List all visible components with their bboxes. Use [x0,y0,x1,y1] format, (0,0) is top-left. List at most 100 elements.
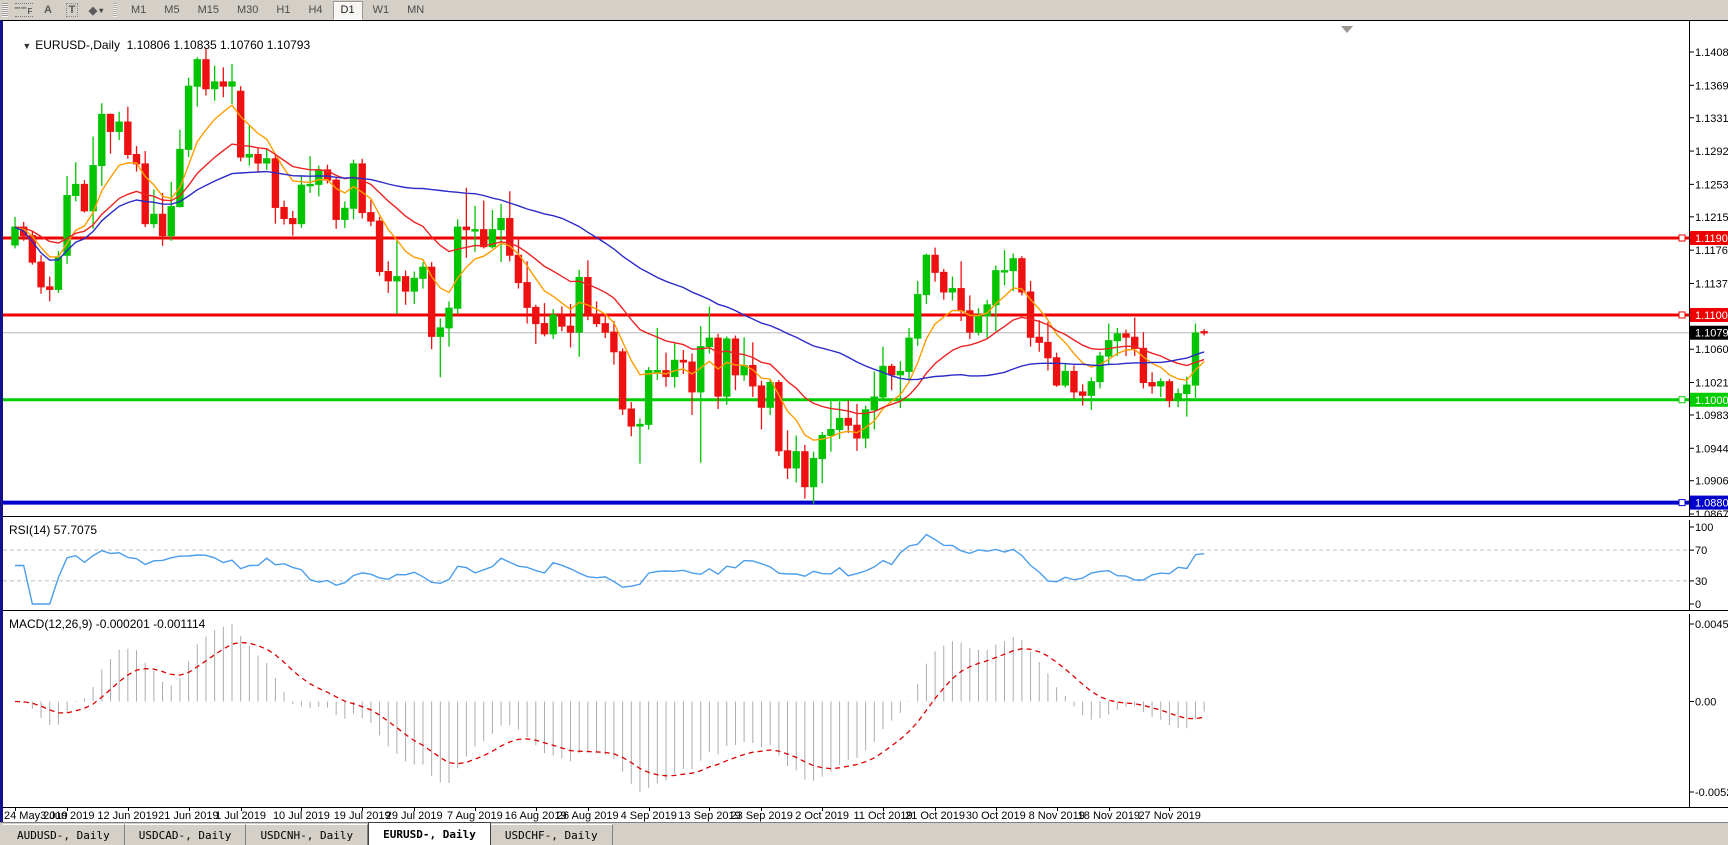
text-label-tool-button[interactable]: A [37,1,59,19]
chart-tab-eurusd[interactable]: EURUSD-, Daily [368,822,491,845]
date-tick [301,808,302,811]
svg-text:1.10600: 1.10600 [1695,344,1728,356]
date-label: 21 Oct 2019 [905,810,965,822]
macd-pane[interactable]: MACD(12,26,9) -0.000201 -0.001114 0.0045… [3,614,1728,807]
date-tick [241,808,242,811]
date-tick [588,808,589,811]
date-tick [761,808,762,811]
svg-text:1.11902: 1.11902 [1695,233,1728,245]
svg-text:1.13690: 1.13690 [1695,80,1728,92]
svg-text:1.11001: 1.11001 [1695,310,1728,322]
svg-text:1.10793: 1.10793 [1695,328,1728,340]
chart-tab-usdcad[interactable]: USDCAD-, Daily [125,824,247,845]
svg-text:1.09060: 1.09060 [1695,476,1728,488]
ma-fast-line [15,105,1204,440]
date-label: 4 Sep 2019 [621,810,677,822]
svg-text:0.004536: 0.004536 [1695,619,1728,631]
date-tick [935,808,936,811]
date-label: 8 Nov 2019 [1029,810,1085,822]
date-tick [996,808,997,811]
svg-text:30: 30 [1695,576,1707,588]
svg-text:1.12530: 1.12530 [1695,179,1728,191]
date-label: 18 Nov 2019 [1078,810,1140,822]
date-label: 11 Oct 2019 [854,810,913,822]
svg-text:0.00: 0.00 [1695,697,1716,709]
date-label: 30 Oct 2019 [966,810,1026,822]
macd-signal-line [15,643,1204,776]
timeframe-button-m15[interactable]: M15 [190,1,227,20]
svg-text:1.12920: 1.12920 [1695,146,1728,158]
timeframe-buttons-group: M1M5M15M30H1H4D1W1MN [122,1,433,20]
svg-text:0: 0 [1695,599,1701,610]
svg-text:-0.005205: -0.005205 [1695,787,1728,799]
svg-text:1.09440: 1.09440 [1695,443,1728,455]
fibonacci-icon: ┄┄F [15,3,34,17]
macd-pane-canvas: 0.004536 0.00 -0.005205 [3,614,1728,807]
candles-layer [12,49,1208,504]
chart-ohlc-values: 1.10806 1.10835 1.10760 1.10793 [127,38,311,52]
ma-slow-line [15,172,1204,380]
timeframe-button-w1[interactable]: W1 [365,1,398,20]
date-tick [1169,808,1170,811]
svg-text:1.14080: 1.14080 [1695,47,1728,59]
timeframe-button-m5[interactable]: M5 [156,1,187,20]
svg-text:1.11760: 1.11760 [1695,245,1728,257]
svg-text:70: 70 [1695,545,1707,557]
text-tool-icon: T [66,3,79,17]
date-label: 26 Aug 2019 [557,810,619,822]
arrows-tool-button[interactable]: ◆▾ [85,1,107,19]
toolbar-separator [113,3,117,17]
date-tick [362,808,363,811]
timeframe-button-m1[interactable]: M1 [123,1,154,20]
date-axis: 24 May 20193 Jun 201912 Jun 201921 Jun 2… [3,808,1728,823]
macd-histogram [15,624,1204,792]
date-label: 21 Jun 2019 [158,810,219,822]
date-label: 23 Sep 2019 [730,810,792,822]
timeframe-button-mn[interactable]: MN [399,1,432,20]
fibonacci-tool-button[interactable]: ┄┄F [13,1,35,19]
date-tick [1109,808,1110,811]
chart-tab-audusd[interactable]: AUDUSD-, Daily [3,824,125,845]
date-label: 3 Jun 2019 [40,810,94,822]
chart-tab-usdcnh[interactable]: USDCNH-, Daily [246,824,368,845]
timeframe-button-h1[interactable]: H1 [268,1,298,20]
svg-text:1.08670: 1.08670 [1695,509,1728,516]
svg-text:1.08804: 1.08804 [1695,498,1728,510]
date-label: 27 Nov 2019 [1138,810,1200,822]
drawing-tools-group: ┄┄FAT ◆▾ [12,1,108,19]
autoscroll-marker-icon[interactable] [1341,26,1353,33]
date-label: 7 Aug 2019 [447,810,503,822]
price-pane[interactable]: 1.14080 1.13690 1.13310 1.12920 1.12530 1.121… [3,21,1728,516]
svg-text:1.09830: 1.09830 [1695,410,1728,422]
date-label: 10 Jul 2019 [273,810,330,822]
date-tick [649,808,650,811]
chart-tab-usdchf[interactable]: USDCHF-, Daily [491,824,613,845]
date-label: 12 Jun 2019 [97,810,158,822]
date-tick [475,808,476,811]
top-toolbar: ┄┄FAT ◆▾ M1M5M15M30H1H4D1W1MN [0,0,1728,21]
price-pane-canvas: 1.14080 1.13690 1.13310 1.12920 1.12530 1.121… [3,21,1728,516]
date-tick [67,808,68,811]
rsi-header: RSI(14) 57.7075 [9,523,97,537]
timeframe-button-d1[interactable]: D1 [333,1,363,20]
rsi-pane[interactable]: RSI(14) 57.7075 100 70 30 0 [3,520,1728,610]
svg-text:100: 100 [1695,522,1713,534]
timeframe-button-m30[interactable]: M30 [229,1,266,20]
date-tick [128,808,129,811]
chevron-down-icon: ▾ [99,6,103,15]
chart-tab-bar: AUDUSD-, DailyUSDCAD-, DailyUSDCNH-, Dai… [0,822,1728,845]
date-tick [883,808,884,811]
timeframe-button-h4[interactable]: H4 [300,1,330,20]
date-tick [709,808,710,811]
chart-window[interactable]: ▼ EURUSD-,Daily 1.10806 1.10835 1.10760 1… [0,20,1728,823]
horizontal-line-annotations[interactable] [3,235,1689,506]
svg-text:1.13310: 1.13310 [1695,113,1728,125]
rsi-pane-canvas: 100 70 30 0 [3,520,1728,610]
chart-menu-icon[interactable]: ▼ [22,41,31,51]
text-tool-button[interactable]: T [61,1,83,19]
toolbar-grip[interactable] [2,3,8,17]
date-tick [414,808,415,811]
svg-text:1.10210: 1.10210 [1695,378,1728,390]
svg-text:1.12150: 1.12150 [1695,212,1728,224]
chart-symbol-period: EURUSD-,Daily [35,38,120,52]
